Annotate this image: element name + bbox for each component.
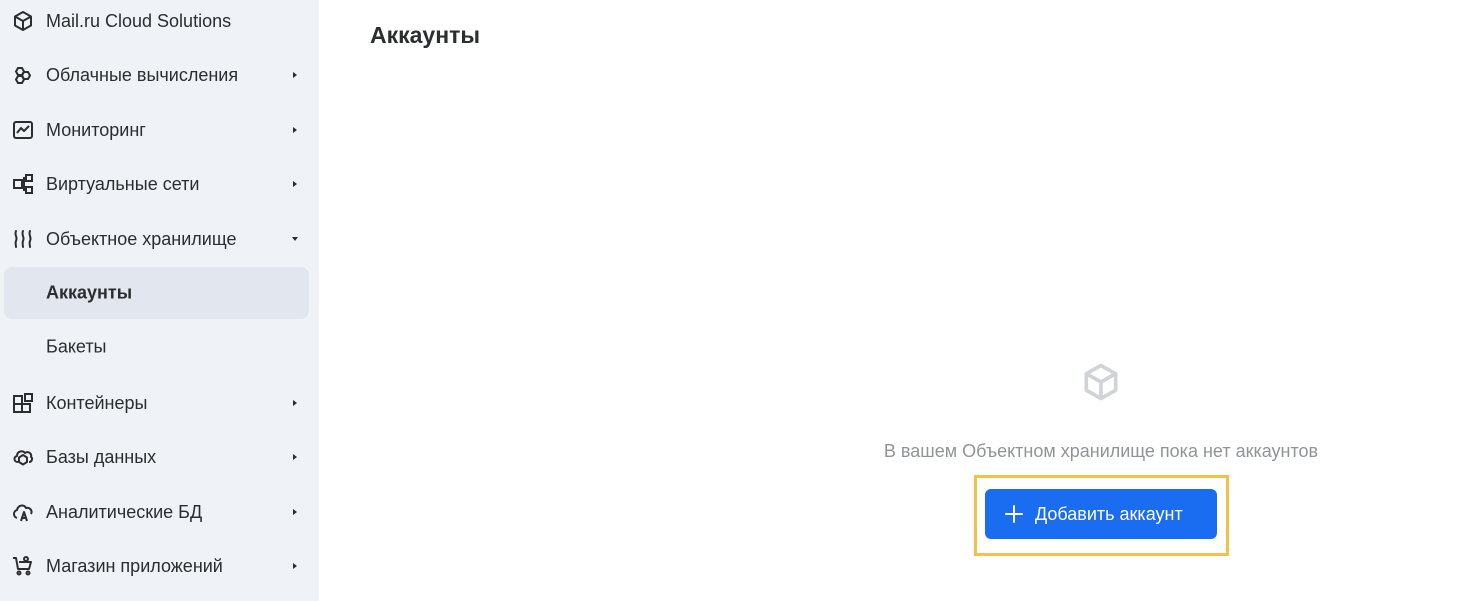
sidebar-item-label: Виртуальные сети <box>46 173 200 194</box>
sidebar-item-label: Аналитические БД <box>46 501 203 522</box>
sidebar-item-label: Базы данных <box>46 446 157 467</box>
sidebar-item-label: Контейнеры <box>46 392 148 413</box>
sidebar-item-databases[interactable]: Базы данных <box>0 431 319 483</box>
sidebar-item-label: Мониторинг <box>46 119 146 140</box>
sidebar-subitem-accounts[interactable]: Аккаунты <box>4 267 309 319</box>
database-icon <box>10 444 36 470</box>
sidebar-item-app-store[interactable]: Магазин приложений <box>0 540 319 592</box>
object-storage-icon <box>10 226 36 252</box>
add-account-button[interactable]: Добавить аккаунт <box>985 489 1217 539</box>
sidebar-item-containers[interactable]: Контейнеры <box>0 377 319 429</box>
sidebar-subitem-label: Бакеты <box>46 336 107 357</box>
sidebar-item-cloud-compute[interactable]: Облачные вычисления <box>0 49 319 101</box>
caret-down-icon <box>290 234 300 244</box>
cloud-compute-icon <box>10 62 36 88</box>
caret-right-icon <box>290 125 300 135</box>
sidebar-item-virtual-networks[interactable]: Виртуальные сети <box>0 158 319 210</box>
sidebar-item-mailru-cloud-solutions[interactable]: Mail.ru Cloud Solutions <box>0 0 319 47</box>
add-account-button-label: Добавить аккаунт <box>1035 503 1183 524</box>
caret-right-icon <box>290 179 300 189</box>
sidebar-item-label: Магазин приложений <box>46 555 223 576</box>
empty-state: В вашем Объектном хранилище пока нет акк… <box>800 355 1402 565</box>
sidebar-item-monitoring[interactable]: Мониторинг <box>0 104 319 156</box>
caret-right-icon <box>290 398 300 408</box>
sidebar-item-label: Облачные вычисления <box>46 64 239 85</box>
caret-right-icon <box>290 452 300 462</box>
sidebar-item-analytics-db[interactable]: Аналитические БД <box>0 486 319 538</box>
caret-right-icon <box>290 507 300 517</box>
plus-icon <box>1003 503 1025 525</box>
sidebar-item-object-storage[interactable]: Объектное хранилище <box>0 213 319 265</box>
analytics-db-icon <box>10 499 36 525</box>
sidebar-item-label: Mail.ru Cloud Solutions <box>46 10 232 31</box>
containers-icon <box>10 390 36 416</box>
sidebar-subitem-label: Аккаунты <box>46 282 133 303</box>
sidebar-item-label: Объектное хранилище <box>46 228 237 249</box>
monitoring-chart-icon <box>10 117 36 143</box>
caret-right-icon <box>290 561 300 571</box>
page-title: Аккаунты <box>370 22 481 48</box>
sidebar-subitem-buckets[interactable]: Бакеты <box>4 321 309 373</box>
caret-right-icon <box>290 70 300 80</box>
sidebar: Mail.ru Cloud Solutions Облачные вычисле… <box>0 0 319 601</box>
empty-state-message: В вашем Объектном хранилище пока нет акк… <box>883 441 1319 461</box>
cube-icon <box>10 8 36 34</box>
app-store-cart-icon <box>10 553 36 579</box>
network-icon <box>10 171 36 197</box>
cube-icon <box>1078 359 1124 405</box>
